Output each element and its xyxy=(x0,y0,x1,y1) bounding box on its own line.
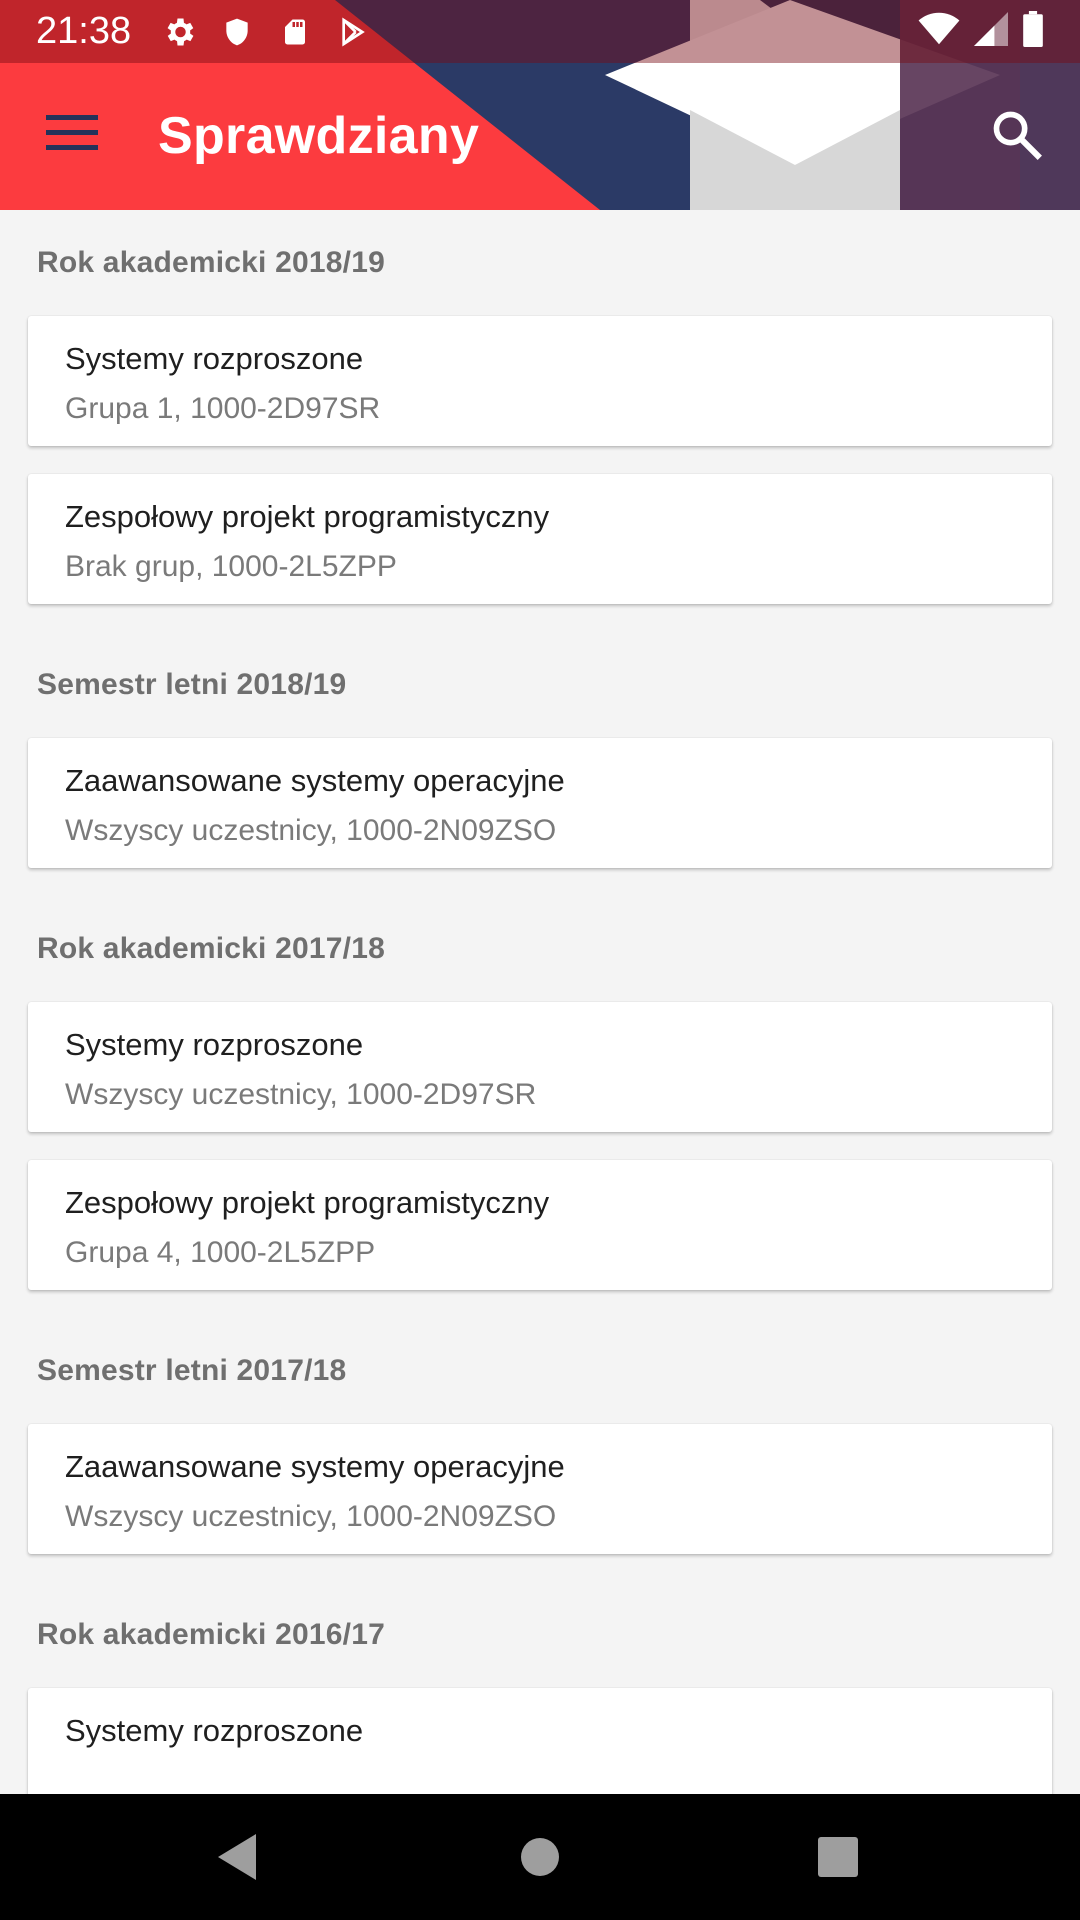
list-item-title: Zespołowy projekt programistyczny xyxy=(65,499,550,534)
list-item[interactable]: Zespołowy projekt programistyczny Brak g… xyxy=(28,474,1052,604)
recents-button[interactable] xyxy=(793,1812,883,1902)
play-store-icon xyxy=(333,12,373,52)
status-bar: 21:38 xyxy=(0,0,1080,63)
sd-card-icon xyxy=(275,12,315,52)
wifi-icon xyxy=(918,12,960,51)
test-list[interactable]: Rok akademicki 2018/19 Systemy rozproszo… xyxy=(0,210,1080,1794)
section-header: Rok akademicki 2018/19 xyxy=(37,246,385,279)
list-item-subtitle: Grupa 1, 1000-2D97SR xyxy=(65,392,381,425)
section-header: Rok akademicki 2016/17 xyxy=(37,1618,385,1651)
list-item[interactable]: Zaawansowane systemy operacyjne Wszyscy … xyxy=(28,1424,1052,1554)
list-item-title: Systemy rozproszone xyxy=(65,1713,364,1748)
list-item-title: Systemy rozproszone xyxy=(65,341,364,376)
section-header: Rok akademicki 2017/18 xyxy=(37,932,385,965)
hamburger-menu-icon xyxy=(46,115,98,150)
signal-icon xyxy=(974,12,1008,51)
list-item[interactable]: Systemy rozproszone Grupa 1, 1000-2D97SR xyxy=(28,316,1052,446)
list-item-title: Zaawansowane systemy operacyjne xyxy=(65,1449,565,1484)
status-right-group xyxy=(918,0,1044,63)
search-icon xyxy=(993,111,1042,160)
back-button[interactable] xyxy=(193,1812,283,1902)
home-button[interactable] xyxy=(495,1812,585,1902)
list-item[interactable]: Zespołowy projekt programistyczny Grupa … xyxy=(28,1160,1052,1290)
home-circle-icon xyxy=(521,1838,559,1876)
shield-icon xyxy=(217,12,257,52)
list-item-subtitle: Wszyscy uczestnicy, 1000-2D97SR xyxy=(65,1078,537,1111)
list-item-subtitle: Grupa 4, 1000-2L5ZPP xyxy=(65,1236,376,1269)
search-button[interactable] xyxy=(980,98,1052,170)
recents-square-icon xyxy=(818,1837,858,1877)
list-item-subtitle: Wszyscy uczestnicy, 1000-2N09ZSO xyxy=(65,1500,557,1533)
status-time: 21:38 xyxy=(36,10,132,52)
list-item-subtitle: Brak grup, 1000-2L5ZPP xyxy=(65,550,397,583)
app-bar: Sprawdziany xyxy=(0,63,1080,210)
list-item-subtitle: Wszyscy uczestnicy, 1000-2N09ZSO xyxy=(65,814,557,847)
list-item[interactable]: Systemy rozproszone xyxy=(28,1688,1052,1794)
list-item[interactable]: Systemy rozproszone Wszyscy uczestnicy, … xyxy=(28,1002,1052,1132)
navigation-bar xyxy=(0,1794,1080,1920)
back-triangle-icon xyxy=(218,1834,256,1880)
section-header: Semestr letni 2017/18 xyxy=(37,1354,347,1387)
settings-icon xyxy=(159,12,199,52)
list-item-title: Zaawansowane systemy operacyjne xyxy=(65,763,565,798)
list-item-title: Systemy rozproszone xyxy=(65,1027,364,1062)
list-item[interactable]: Zaawansowane systemy operacyjne Wszyscy … xyxy=(28,738,1052,868)
list-item-title: Zespołowy projekt programistyczny xyxy=(65,1185,550,1220)
section-header: Semestr letni 2018/19 xyxy=(37,668,347,701)
battery-icon xyxy=(1022,11,1044,52)
app-header: 21:38 Sprawdziany xyxy=(0,0,1080,210)
page-title: Sprawdziany xyxy=(158,107,480,165)
menu-button[interactable] xyxy=(36,97,108,169)
